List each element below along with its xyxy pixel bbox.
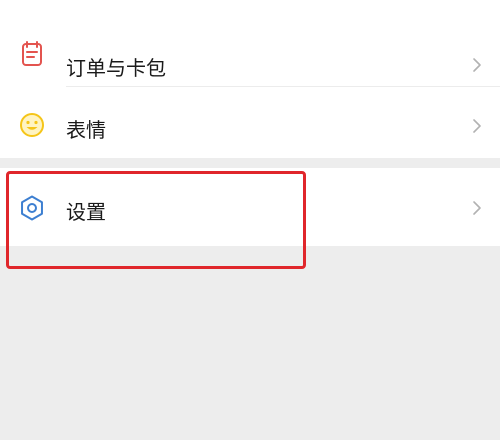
menu-item-label: 表情 — [66, 118, 106, 142]
menu-item-orders-cards[interactable]: 订单与卡包 — [0, 12, 500, 90]
menu-item-emoji[interactable]: 表情 — [0, 86, 500, 158]
menu-item-settings[interactable]: 设置 — [0, 168, 500, 246]
menu-item-label: 订单与卡包 — [66, 56, 166, 80]
order-card-icon — [17, 39, 47, 69]
chevron-right-icon — [472, 200, 482, 216]
menu-item-label: 设置 — [66, 200, 106, 224]
chevron-right-icon — [472, 57, 482, 73]
section-gap — [0, 158, 500, 168]
chevron-right-icon — [472, 118, 482, 134]
gear-icon — [17, 193, 47, 223]
emoji-smile-icon — [17, 110, 47, 140]
